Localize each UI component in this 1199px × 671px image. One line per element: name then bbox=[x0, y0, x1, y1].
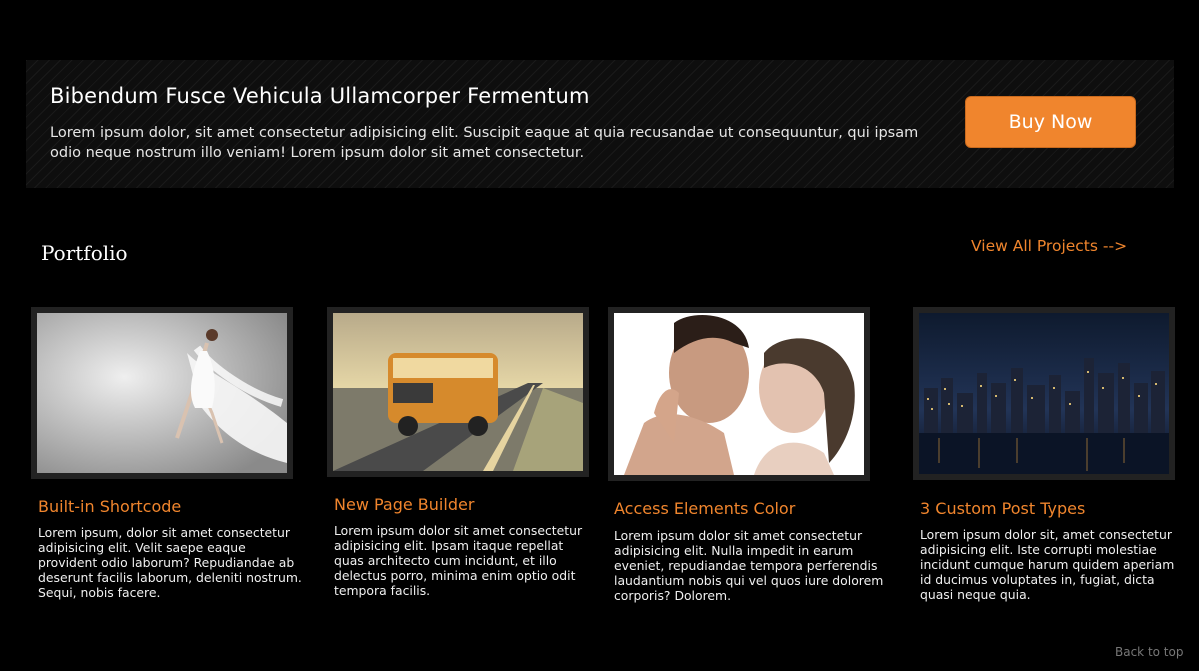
buy-now-button[interactable]: Buy Now bbox=[965, 96, 1136, 148]
promo-text: Lorem ipsum dolor, sit amet consectetur … bbox=[50, 125, 919, 161]
portfolio-item-text: Lorem ipsum, dolor sit amet consectetur … bbox=[38, 525, 302, 600]
portfolio-item-text: Lorem ipsum dolor sit amet consectetur a… bbox=[614, 528, 884, 603]
portfolio-item-text: Lorem ipsum dolor sit, amet consectetur … bbox=[920, 527, 1175, 602]
back-to-top-link[interactable]: Back to top bbox=[1115, 645, 1183, 659]
portfolio-image-dancer[interactable] bbox=[31, 307, 293, 479]
portfolio-image-bus[interactable] bbox=[327, 307, 589, 477]
portfolio-image-couple[interactable] bbox=[608, 307, 870, 481]
promo-banner: Bibendum Fusce Vehicula Ullamcorper Ferm… bbox=[26, 60, 1174, 188]
promo-title: Bibendum Fusce Vehicula Ullamcorper Ferm… bbox=[50, 84, 590, 108]
view-all-projects-link[interactable]: View All Projects --> bbox=[971, 237, 1127, 255]
couple-image bbox=[614, 313, 864, 475]
bus-image bbox=[333, 313, 583, 471]
portfolio-item-title[interactable]: Built-in Shortcode bbox=[38, 497, 181, 516]
portfolio-item-title[interactable]: Access Elements Color bbox=[614, 499, 795, 518]
portfolio-image-city[interactable] bbox=[913, 307, 1175, 480]
portfolio-item-text: Lorem ipsum dolor sit amet consectetur a… bbox=[334, 523, 583, 598]
portfolio-title: Portfolio bbox=[41, 241, 128, 265]
portfolio-item-title[interactable]: New Page Builder bbox=[334, 495, 474, 514]
city-image bbox=[919, 313, 1169, 474]
portfolio-item-title[interactable]: 3 Custom Post Types bbox=[920, 499, 1085, 518]
dancer-image bbox=[37, 313, 287, 473]
